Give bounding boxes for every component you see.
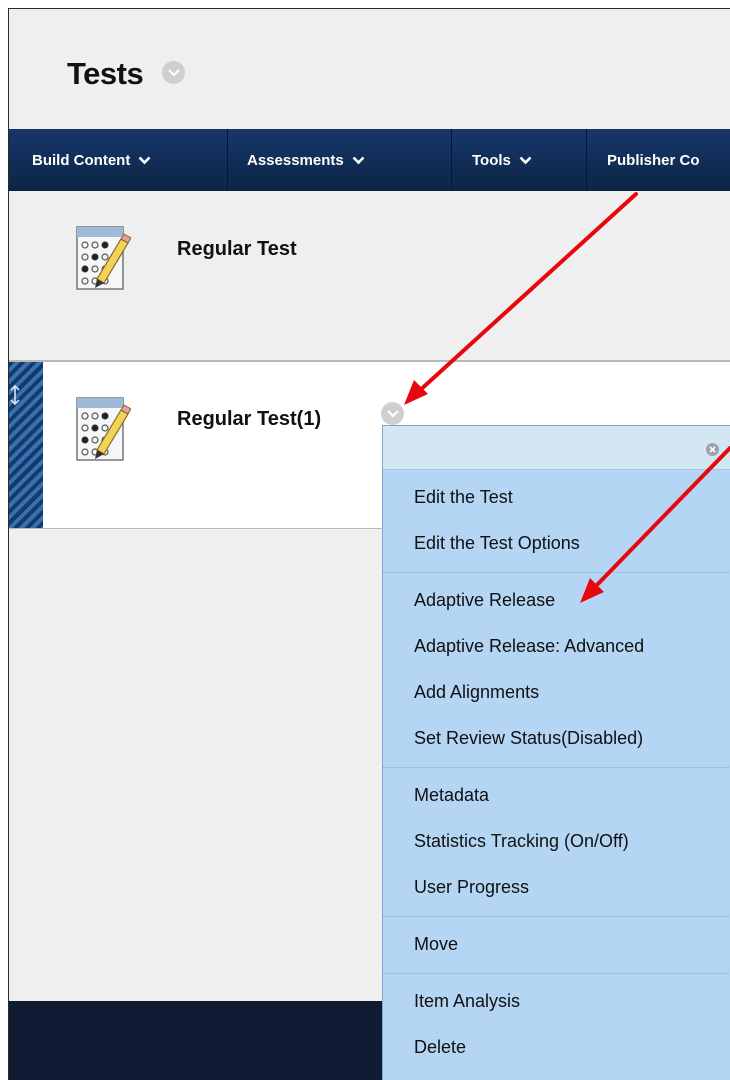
drag-handle[interactable] bbox=[9, 362, 43, 528]
content-item: Regular Test bbox=[9, 191, 730, 361]
page-title: Tests bbox=[67, 56, 144, 91]
context-menu: Edit the Test Edit the Test Options Adap… bbox=[382, 425, 730, 1080]
chevron-down-icon bbox=[138, 156, 151, 165]
toolbar-item-label: Assessments bbox=[247, 151, 344, 169]
build-content-menu[interactable]: Build Content bbox=[9, 129, 228, 191]
menu-item-statistics-tracking[interactable]: Statistics Tracking (On/Off) bbox=[383, 818, 730, 864]
toolbar-item-label: Publisher Co bbox=[607, 151, 700, 169]
course-toolbar: Build Content Assessments Tools Publishe… bbox=[9, 129, 730, 191]
menu-header bbox=[383, 426, 730, 470]
menu-item-metadata[interactable]: Metadata bbox=[383, 772, 730, 818]
menu-group: Adaptive Release Adaptive Release: Advan… bbox=[383, 573, 730, 768]
test-icon bbox=[76, 226, 131, 290]
menu-item-adaptive-release[interactable]: Adaptive Release bbox=[383, 577, 730, 623]
app-frame: Tests Build Content Assessments Tools Pu… bbox=[8, 8, 730, 1080]
item-title[interactable]: Regular Test bbox=[177, 238, 297, 261]
menu-group: Item Analysis Delete bbox=[383, 974, 730, 1076]
menu-item-set-review-status[interactable]: Set Review Status(Disabled) bbox=[383, 715, 730, 761]
assessments-menu[interactable]: Assessments bbox=[228, 129, 452, 191]
chevron-down-icon[interactable] bbox=[381, 402, 404, 425]
menu-group: Edit the Test Edit the Test Options bbox=[383, 470, 730, 573]
menu-item-adaptive-release-advanced[interactable]: Adaptive Release: Advanced bbox=[383, 623, 730, 669]
page-header: Tests bbox=[9, 9, 730, 129]
vertical-arrows-icon bbox=[10, 384, 20, 406]
menu-item-edit-test[interactable]: Edit the Test bbox=[383, 474, 730, 520]
item-title[interactable]: Regular Test(1) bbox=[177, 408, 321, 431]
test-icon bbox=[76, 397, 131, 461]
menu-item-move[interactable]: Move bbox=[383, 921, 730, 967]
toolbar-item-label: Build Content bbox=[32, 151, 131, 169]
chevron-down-icon bbox=[352, 156, 365, 165]
menu-item-delete[interactable]: Delete bbox=[383, 1024, 730, 1070]
chevron-down-icon bbox=[519, 156, 532, 165]
close-icon[interactable] bbox=[706, 443, 719, 456]
menu-item-edit-test-options[interactable]: Edit the Test Options bbox=[383, 520, 730, 566]
menu-group: Move bbox=[383, 917, 730, 974]
menu-item-add-alignments[interactable]: Add Alignments bbox=[383, 669, 730, 715]
menu-item-item-analysis[interactable]: Item Analysis bbox=[383, 978, 730, 1024]
menu-group: Metadata Statistics Tracking (On/Off) Us… bbox=[383, 768, 730, 917]
toolbar-item-label: Tools bbox=[472, 151, 511, 169]
tools-menu[interactable]: Tools bbox=[452, 129, 587, 191]
menu-item-user-progress[interactable]: User Progress bbox=[383, 864, 730, 910]
publisher-content-menu[interactable]: Publisher Co bbox=[587, 129, 730, 191]
chevron-down-icon[interactable] bbox=[162, 61, 185, 84]
